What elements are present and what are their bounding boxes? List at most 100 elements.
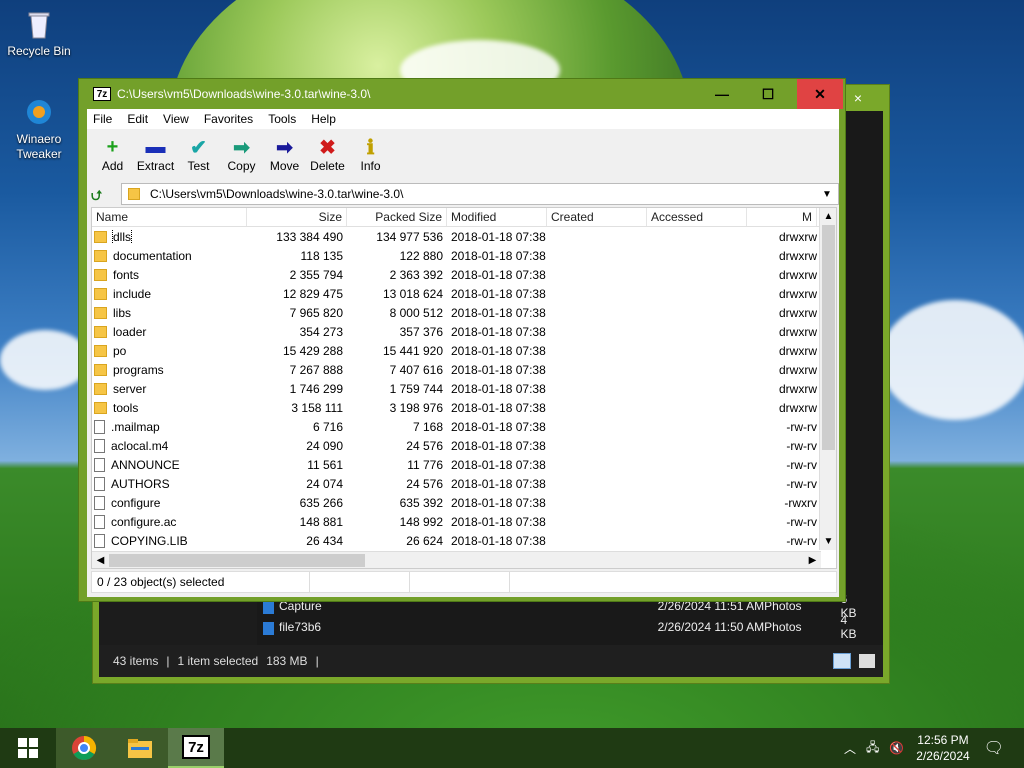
cell-size: 118 135 <box>300 248 344 263</box>
clock[interactable]: 12:56 PM 2/26/2024 <box>916 732 969 764</box>
table-row[interactable]: configure.ac 148 881 148 992 2018-01-18 07:… <box>92 512 836 531</box>
table-row[interactable]: aclocal.m4 24 090 24 576 2018-01-18 07:38 -r… <box>92 436 836 455</box>
folder-icon <box>94 401 107 414</box>
explorer-close-button[interactable]: × <box>843 87 873 109</box>
table-row[interactable]: libs 7 965 820 8 000 512 2018-01-18 07:38 dr… <box>92 303 836 322</box>
test-icon: ✔ <box>190 136 207 159</box>
cell-modified: 2018-01-18 07:38 <box>451 286 546 301</box>
close-button[interactable]: ✕ <box>797 79 843 109</box>
up-folder-icon[interactable]: ⮍ <box>91 185 109 203</box>
file-name: COPYING.LIB <box>111 533 188 548</box>
file-name: programs <box>113 362 164 377</box>
cell-mode: drwxrw <box>779 362 817 377</box>
delete-button[interactable]: ✖ Delete <box>306 135 349 174</box>
table-row[interactable]: ANNOUNCE 11 561 11 776 2018-01-18 07:38 -rw-… <box>92 455 836 474</box>
tiles-view-icon[interactable] <box>859 654 875 668</box>
file-name: .mailmap <box>111 419 160 434</box>
move-button[interactable]: ➡ Move <box>263 135 306 174</box>
table-row[interactable]: server 1 746 299 1 759 744 2018-01-18 07:38… <box>92 379 836 398</box>
column-created[interactable]: Created <box>547 208 647 226</box>
scroll-down-icon[interactable]: ▼ <box>820 533 836 550</box>
file-icon <box>94 495 105 510</box>
cell-modified: 2018-01-18 07:38 <box>451 381 546 396</box>
table-row[interactable]: COPYING.LIB 26 434 26 624 2018-01-18 07:38 -… <box>92 531 836 550</box>
folder-icon <box>94 382 107 395</box>
file-name: loader <box>113 324 147 339</box>
7zip-window[interactable]: 7z C:\Users\vm5\Downloads\wine-3.0.tar\w… <box>78 78 846 602</box>
table-row[interactable]: configure 635 266 635 392 2018-01-18 07:38 -… <box>92 493 836 512</box>
extract-button[interactable]: ▬ Extract <box>134 135 177 174</box>
notification-icon[interactable]: 🗨 <box>984 738 1004 758</box>
info-button[interactable]: ℹ Info <box>349 135 392 174</box>
copy-button[interactable]: ➡ Copy <box>220 135 263 174</box>
table-row[interactable]: tools 3 158 111 3 198 976 2018-01-18 07:38 d… <box>92 398 836 417</box>
table-row[interactable]: fonts 2 355 794 2 363 392 2018-01-18 07:38 d… <box>92 265 836 284</box>
h-scroll-thumb[interactable] <box>109 554 365 567</box>
column-packed-size[interactable]: Packed Size <box>347 208 447 226</box>
table-row[interactable]: dlls 133 384 490 134 977 536 2018-01-18 07:… <box>92 227 836 246</box>
scroll-left-icon[interactable]: ◀ <box>92 552 109 568</box>
list-item[interactable]: file73b6 2/26/2024 11:50 AM Photos 4 KB <box>259 613 863 641</box>
test-button[interactable]: ✔ Test <box>177 135 220 174</box>
column-size[interactable]: Size <box>247 208 347 226</box>
file-explorer-icon <box>128 739 152 758</box>
scroll-thumb[interactable] <box>822 225 835 450</box>
cell-modified: 2018-01-18 07:38 <box>451 305 546 320</box>
7zip-logo-icon: 7z <box>93 87 111 101</box>
cell-modified: 2018-01-18 07:38 <box>451 419 546 434</box>
details-view-icon[interactable] <box>833 653 851 669</box>
cell-size: 2 355 794 <box>289 267 343 282</box>
table-row[interactable]: .mailmap 6 716 7 168 2018-01-18 07:38 -rw-rv <box>92 417 836 436</box>
column-mode[interactable]: M <box>747 208 817 226</box>
menu-edit[interactable]: Edit <box>127 112 148 126</box>
cell-size: 354 273 <box>299 324 343 339</box>
chevron-down-icon[interactable]: ▼ <box>822 189 838 200</box>
minimize-button[interactable]: — <box>699 79 745 109</box>
cell-mode: -rw-rv <box>786 457 817 472</box>
cell-size: 133 384 490 <box>276 229 343 244</box>
taskbar-chrome[interactable] <box>56 728 112 768</box>
column-modified[interactable]: Modified <box>447 208 547 226</box>
menu-file[interactable]: File <box>93 112 112 126</box>
table-row[interactable]: programs 7 267 888 7 407 616 2018-01-18 07:… <box>92 360 836 379</box>
table-row[interactable]: include 12 829 475 13 018 624 2018-01-18 07… <box>92 284 836 303</box>
horizontal-scrollbar[interactable]: ◀ ▶ <box>92 551 821 568</box>
menu-help[interactable]: Help <box>311 112 336 126</box>
menu-tools[interactable]: Tools <box>268 112 296 126</box>
taskbar-7zip[interactable]: 7z <box>168 728 224 768</box>
add-button[interactable]: + Add <box>91 135 134 174</box>
start-button[interactable] <box>0 728 56 768</box>
desktop-icon-winaero-tweaker[interactable]: Winaero Tweaker <box>2 96 76 162</box>
table-row[interactable]: AUTHORS 24 074 24 576 2018-01-18 07:38 -rw-r… <box>92 474 836 493</box>
cell-size: 635 266 <box>299 495 343 510</box>
file-icon <box>94 438 105 453</box>
desktop-icon-recycle-bin[interactable]: Recycle Bin <box>2 8 76 58</box>
chevron-up-icon[interactable]: ︿ <box>844 740 856 757</box>
column-name[interactable]: Name <box>92 208 247 226</box>
cell-mode: drwxrw <box>779 248 817 263</box>
cell-size: 1 746 299 <box>289 381 343 396</box>
column-accessed[interactable]: Accessed <box>647 208 747 226</box>
table-row[interactable]: loader 354 273 357 376 2018-01-18 07:38 drwx… <box>92 322 836 341</box>
network-icon[interactable]: 🖧 <box>866 738 879 759</box>
winaero-tweaker-icon <box>23 96 55 128</box>
cell-mode: drwxrw <box>779 324 817 339</box>
menu-favorites[interactable]: Favorites <box>204 112 253 126</box>
scroll-up-icon[interactable]: ▲ <box>820 208 836 225</box>
cell-size: 7 965 820 <box>289 305 343 320</box>
file-name: aclocal.m4 <box>111 438 169 453</box>
folder-icon <box>94 230 107 243</box>
file-rows: dlls 133 384 490 134 977 536 2018-01-18 07:… <box>92 227 836 550</box>
scroll-right-icon[interactable]: ▶ <box>804 552 821 568</box>
file-name: libs <box>113 305 132 320</box>
address-field[interactable]: C:\Users\vm5\Downloads\wine-3.0.tar\wine… <box>121 183 839 205</box>
vertical-scrollbar[interactable]: ▲ ▼ <box>819 208 836 550</box>
volume-muted-icon[interactable]: 🔇 <box>889 741 904 755</box>
table-row[interactable]: po 15 429 288 15 441 920 2018-01-18 07:38 dr… <box>92 341 836 360</box>
table-row[interactable]: documentation 118 135 122 880 2018-01-18 07… <box>92 246 836 265</box>
maximize-button[interactable]: ☐ <box>745 79 791 109</box>
file-name: fonts <box>113 267 140 282</box>
cell-modified: 2018-01-18 07:38 <box>451 248 546 263</box>
taskbar-file-explorer[interactable] <box>112 728 168 768</box>
menu-view[interactable]: View <box>163 112 189 126</box>
